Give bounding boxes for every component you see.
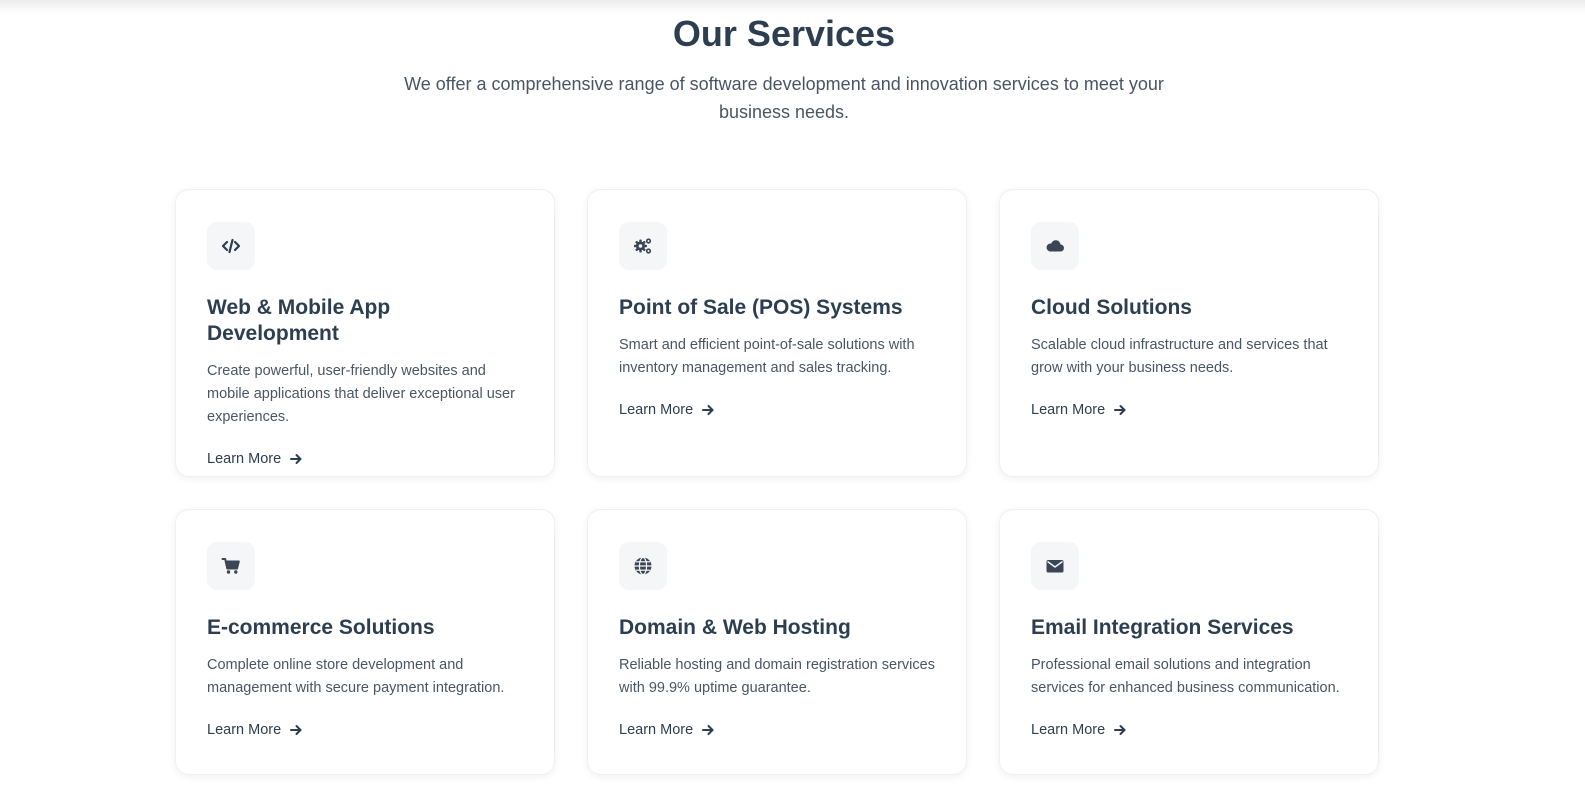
learn-more-link[interactable]: Learn More <box>1031 402 1126 418</box>
arrow-right-icon <box>1114 725 1126 735</box>
section-title: Our Services <box>672 13 896 54</box>
service-description: Complete online store development and ma… <box>207 657 505 696</box>
shopping-cart-icon <box>207 542 255 590</box>
learn-more-label: Learn More <box>1031 402 1106 418</box>
arrow-right-icon <box>1114 405 1126 415</box>
learn-more-label: Learn More <box>207 722 282 738</box>
service-card-web-mobile: Web & Mobile App Development Create powe… <box>175 189 555 477</box>
learn-more-link[interactable]: Learn More <box>1031 722 1126 738</box>
service-title: Domain & Web Hosting <box>619 616 851 639</box>
code-icon <box>207 222 255 270</box>
arrow-right-icon <box>290 454 302 464</box>
service-card-email: Email Integration Services Professional … <box>999 509 1379 775</box>
service-description: Smart and efficient point-of-sale soluti… <box>619 337 915 376</box>
cloud-icon <box>1031 222 1079 270</box>
service-card-pos: Point of Sale (POS) Systems Smart and ef… <box>587 189 967 477</box>
services-grid: Web & Mobile App Development Create powe… <box>175 189 1379 775</box>
learn-more-label: Learn More <box>619 722 694 738</box>
service-title: Web & Mobile App Development <box>207 296 391 345</box>
service-title: Cloud Solutions <box>1031 296 1192 319</box>
learn-more-link[interactable]: Learn More <box>207 722 302 738</box>
service-description: Reliable hosting and domain registration… <box>619 657 935 696</box>
service-description: Professional email solutions and integra… <box>1031 657 1340 696</box>
service-title: Email Integration Services <box>1031 616 1294 639</box>
section-subtitle: We offer a comprehensive range of softwa… <box>404 74 1164 122</box>
service-card-ecommerce: E-commerce Solutions Complete online sto… <box>175 509 555 775</box>
learn-more-link[interactable]: Learn More <box>619 402 714 418</box>
arrow-right-icon <box>702 725 714 735</box>
globe-icon <box>619 542 667 590</box>
service-card-cloud: Cloud Solutions Scalable cloud infrastru… <box>999 189 1379 477</box>
learn-more-link[interactable]: Learn More <box>207 451 302 467</box>
envelope-icon <box>1031 542 1079 590</box>
gears-icon <box>619 222 667 270</box>
learn-more-label: Learn More <box>207 451 282 467</box>
arrow-right-icon <box>290 725 302 735</box>
learn-more-label: Learn More <box>619 402 694 418</box>
service-description: Scalable cloud infrastructure and servic… <box>1031 337 1328 376</box>
service-title: Point of Sale (POS) Systems <box>619 296 903 319</box>
service-title: E-commerce Solutions <box>207 616 435 639</box>
arrow-right-icon <box>702 405 714 415</box>
learn-more-label: Learn More <box>1031 722 1106 738</box>
learn-more-link[interactable]: Learn More <box>619 722 714 738</box>
service-card-hosting: Domain & Web Hosting Reliable hosting an… <box>587 509 967 775</box>
service-description: Create powerful, user-friendly websites … <box>207 363 515 425</box>
